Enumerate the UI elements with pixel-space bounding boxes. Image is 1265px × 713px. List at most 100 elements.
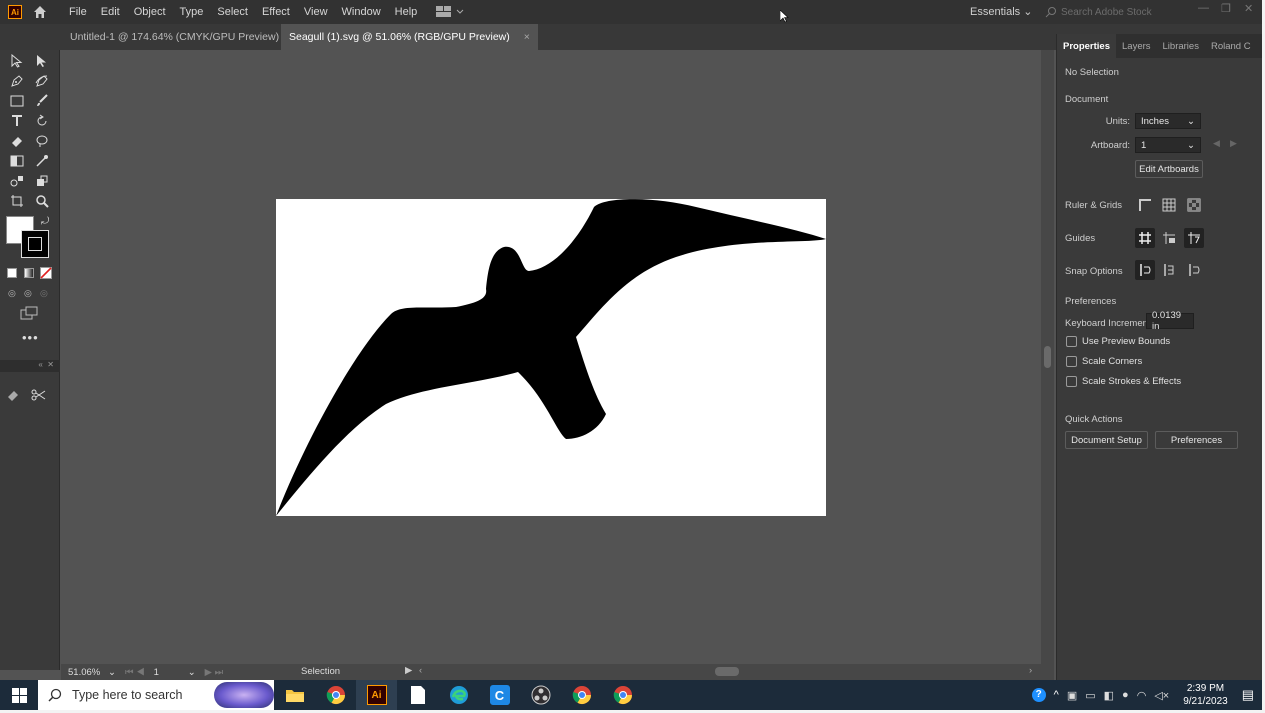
tab-libraries[interactable]: Libraries (1157, 34, 1205, 58)
scroll-left-icon[interactable]: ‹ (419, 665, 422, 676)
obs-taskbar[interactable] (520, 680, 561, 710)
prev-artboard-icon[interactable]: ◀ (1213, 138, 1220, 149)
chrome-taskbar-2[interactable] (561, 680, 602, 710)
edge-taskbar[interactable] (438, 680, 479, 710)
illustrator-taskbar[interactable]: Ai (356, 680, 397, 710)
checkbox-box[interactable] (1066, 336, 1077, 347)
notepad-taskbar[interactable] (397, 680, 438, 710)
type-tool[interactable] (7, 112, 27, 130)
more-tools-icon[interactable]: ••• (22, 330, 39, 345)
horizontal-scroll-thumb[interactable] (715, 667, 739, 676)
show-hidden-icons-icon[interactable]: ^ (1054, 689, 1059, 701)
shape-builder-tool[interactable] (32, 132, 52, 150)
seagull-illustration[interactable] (276, 199, 826, 516)
show-guides-button[interactable] (1135, 228, 1155, 248)
panel-collapse-bar[interactable]: « ✕ (0, 360, 60, 372)
tab-roland[interactable]: Roland C (1205, 34, 1257, 58)
lock-guides-button[interactable] (1159, 228, 1179, 248)
chrome-taskbar-3[interactable] (602, 680, 643, 710)
first-artboard-icon[interactable]: ⏮ ◀ (125, 667, 145, 678)
paintbrush-tool[interactable] (32, 92, 52, 110)
document-setup-button[interactable]: Document Setup (1065, 431, 1148, 449)
next-artboard-icon[interactable]: ▶ (1230, 138, 1237, 149)
close-tab-icon[interactable]: × (524, 31, 530, 43)
notifications-icon[interactable]: ▤ (1242, 687, 1254, 703)
scroll-right-icon[interactable]: › (1029, 665, 1032, 676)
tab-untitled-1[interactable]: Untitled-1 @ 174.64% (CMYK/GPU Preview) … (62, 24, 307, 50)
volume-muted-icon[interactable]: ◁× (1154, 689, 1169, 702)
menu-view[interactable]: View (297, 6, 335, 18)
artboard-tool[interactable] (7, 192, 27, 210)
menu-type[interactable]: Type (173, 6, 211, 18)
app-c-taskbar[interactable]: C (479, 680, 520, 710)
menu-help[interactable]: Help (388, 6, 425, 18)
status-menu-arrow-icon[interactable]: ▶ (405, 665, 412, 676)
tab-properties[interactable]: Properties (1057, 34, 1116, 58)
draw-inside-icon[interactable]: ◎ (40, 288, 48, 299)
snap-to-point-button[interactable] (1135, 260, 1155, 280)
scissors-icon[interactable] (31, 388, 47, 402)
battery-icon[interactable]: ▭ (1085, 689, 1095, 702)
gradient-mode-icon[interactable] (24, 268, 34, 278)
none-mode-icon[interactable] (40, 267, 52, 279)
blend-tool[interactable] (7, 172, 27, 190)
show-rulers-button[interactable] (1135, 195, 1155, 215)
adobe-stock-search[interactable]: Search Adobe Stock (1045, 4, 1185, 20)
tab-seagull[interactable]: Seagull (1).svg @ 51.06% (RGB/GPU Previe… (281, 24, 538, 50)
menu-effect[interactable]: Effect (255, 6, 297, 18)
scale-corners-checkbox[interactable]: Scale Corners (1066, 356, 1142, 367)
arrange-documents-button[interactable] (436, 6, 464, 18)
curvature-tool[interactable] (32, 72, 52, 90)
eraser-icon[interactable] (6, 388, 20, 402)
color-mode-icon[interactable] (7, 268, 17, 278)
chrome-taskbar-1[interactable] (315, 680, 356, 710)
checkbox-box[interactable] (1066, 356, 1077, 367)
taskbar-search-box[interactable]: Type here to search (38, 680, 274, 710)
units-select[interactable]: Inches ⌄ (1135, 113, 1201, 129)
rotate-tool[interactable] (32, 112, 52, 130)
pen-tool[interactable] (7, 72, 27, 90)
vertical-scroll-thumb[interactable] (1044, 346, 1051, 368)
gradient-tool[interactable] (7, 152, 27, 170)
stroke-color-swatch[interactable] (21, 230, 49, 258)
taskbar-clock[interactable]: 2:39 PM 9/21/2023 (1183, 682, 1228, 708)
workspace-switcher[interactable]: Essentials ⌄ (970, 5, 1032, 18)
draw-behind-icon[interactable]: ◎ (24, 288, 32, 299)
snap-to-pixel-button[interactable] (1159, 260, 1179, 280)
artboard[interactable] (276, 199, 826, 516)
menu-select[interactable]: Select (210, 6, 255, 18)
home-icon[interactable] (32, 4, 48, 20)
use-preview-bounds-checkbox[interactable]: Use Preview Bounds (1066, 336, 1170, 347)
start-button[interactable] (0, 680, 38, 710)
artboard-number-select[interactable]: 1 ⌄ (151, 666, 199, 679)
close-icon[interactable]: ✕ (1244, 2, 1253, 15)
canvas-area[interactable] (61, 50, 1040, 664)
zoom-tool[interactable] (32, 192, 52, 210)
show-grid-button[interactable] (1159, 195, 1179, 215)
artboard-select[interactable]: 1 ⌄ (1135, 137, 1201, 153)
symbol-sprayer-tool[interactable] (32, 172, 52, 190)
scale-strokes-effects-checkbox[interactable]: Scale Strokes & Effects (1066, 376, 1181, 387)
next-artboard-icon[interactable]: ▶ ⏭ (205, 667, 224, 678)
direct-selection-tool[interactable] (32, 52, 52, 70)
meet-now-icon[interactable]: ▣ (1067, 689, 1077, 702)
eyedropper-tool[interactable] (32, 152, 52, 170)
screen-mode-icon[interactable] (20, 306, 38, 320)
wifi-icon[interactable]: ◠ (1137, 689, 1147, 702)
smart-guides-button[interactable] (1184, 228, 1204, 248)
vertical-scrollbar[interactable] (1041, 50, 1054, 664)
restore-icon[interactable]: ❐ (1221, 2, 1231, 15)
help-tray-icon[interactable]: ? (1031, 688, 1046, 702)
tab-layers[interactable]: Layers (1116, 34, 1157, 58)
menu-object[interactable]: Object (127, 6, 173, 18)
checkbox-box[interactable] (1066, 376, 1077, 387)
zoom-level-select[interactable]: 51.06% ⌄ (65, 666, 119, 679)
menu-file[interactable]: File (62, 6, 94, 18)
menu-window[interactable]: Window (335, 6, 388, 18)
keyboard-increment-input[interactable]: 0.0139 in (1146, 310, 1194, 332)
preferences-button[interactable]: Preferences (1155, 431, 1238, 449)
minimize-icon[interactable]: — (1198, 2, 1209, 14)
rectangle-tool[interactable] (7, 92, 27, 110)
menu-edit[interactable]: Edit (94, 6, 127, 18)
draw-normal-icon[interactable]: ◎ (8, 288, 16, 299)
